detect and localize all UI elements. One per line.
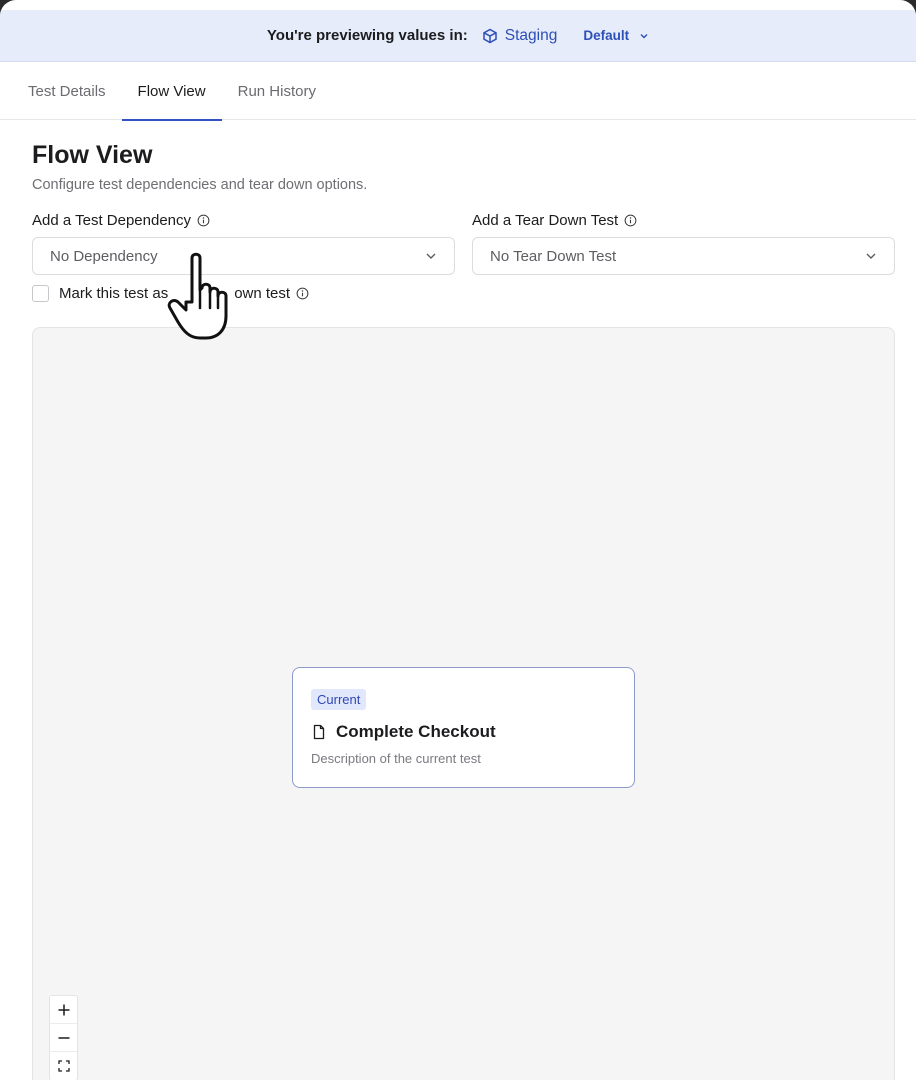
app-window: You're previewing values in: Staging Def…: [0, 0, 916, 1080]
teardown-select-value: No Tear Down Test: [490, 247, 617, 265]
variant-select[interactable]: Default: [583, 28, 649, 43]
teardown-label: Add a Tear Down Test: [472, 212, 637, 229]
info-icon[interactable]: [624, 214, 637, 227]
zoom-out-button[interactable]: [50, 1024, 77, 1052]
node-title-row: Complete Checkout: [311, 722, 616, 742]
tab-run-history[interactable]: Run History: [222, 62, 332, 120]
variant-select-value: Default: [583, 28, 630, 43]
dependency-select[interactable]: No Dependency: [32, 237, 455, 275]
info-icon[interactable]: [296, 287, 309, 300]
checkbox-label-end: own test: [234, 285, 291, 302]
page-subtitle: Configure test dependencies and tear dow…: [32, 177, 368, 193]
dependency-label-text: Add a Test Dependency: [32, 212, 192, 229]
zoom-controls: [49, 995, 78, 1080]
chevron-down-icon: [866, 253, 876, 259]
cube-icon: [483, 28, 497, 43]
file-icon: [313, 724, 325, 740]
fit-view-button[interactable]: [50, 1052, 77, 1080]
tab-bar: Test Details Flow View Run History: [0, 62, 916, 121]
node-description: Description of the current test: [311, 751, 481, 766]
teardown-label-text: Add a Tear Down Test: [472, 212, 619, 229]
chevron-down-icon: [426, 253, 436, 259]
dependency-select-value: No Dependency: [50, 247, 158, 265]
teardown-select[interactable]: No Tear Down Test: [472, 237, 895, 275]
tab-flow-view[interactable]: Flow View: [121, 62, 222, 121]
preview-bar: You're previewing values in: Staging Def…: [0, 10, 916, 62]
environment-indicator: Staging: [482, 26, 558, 45]
plus-icon: [58, 1004, 69, 1015]
preview-label: You're previewing values in:: [266, 27, 468, 44]
info-icon[interactable]: [197, 214, 210, 227]
checkbox-label-start: Mark this test as: [59, 285, 169, 302]
flow-canvas[interactable]: Current Complete Checkout Description of…: [32, 327, 895, 1080]
current-test-node[interactable]: Current Complete Checkout Description of…: [292, 667, 635, 788]
environment-name: Staging: [504, 26, 558, 44]
fit-view-icon: [57, 1060, 70, 1072]
tab-test-details[interactable]: Test Details: [12, 62, 122, 120]
zoom-in-button[interactable]: [50, 996, 77, 1024]
dependency-label: Add a Test Dependency: [32, 212, 210, 229]
page-title: Flow View: [32, 141, 153, 169]
minus-icon: [58, 1036, 69, 1039]
hand-pointer-icon: [167, 252, 228, 340]
chevron-down-icon: [640, 33, 648, 38]
current-badge: Current: [311, 689, 367, 710]
node-title: Complete Checkout: [336, 722, 496, 741]
teardown-checkbox[interactable]: [32, 285, 49, 302]
